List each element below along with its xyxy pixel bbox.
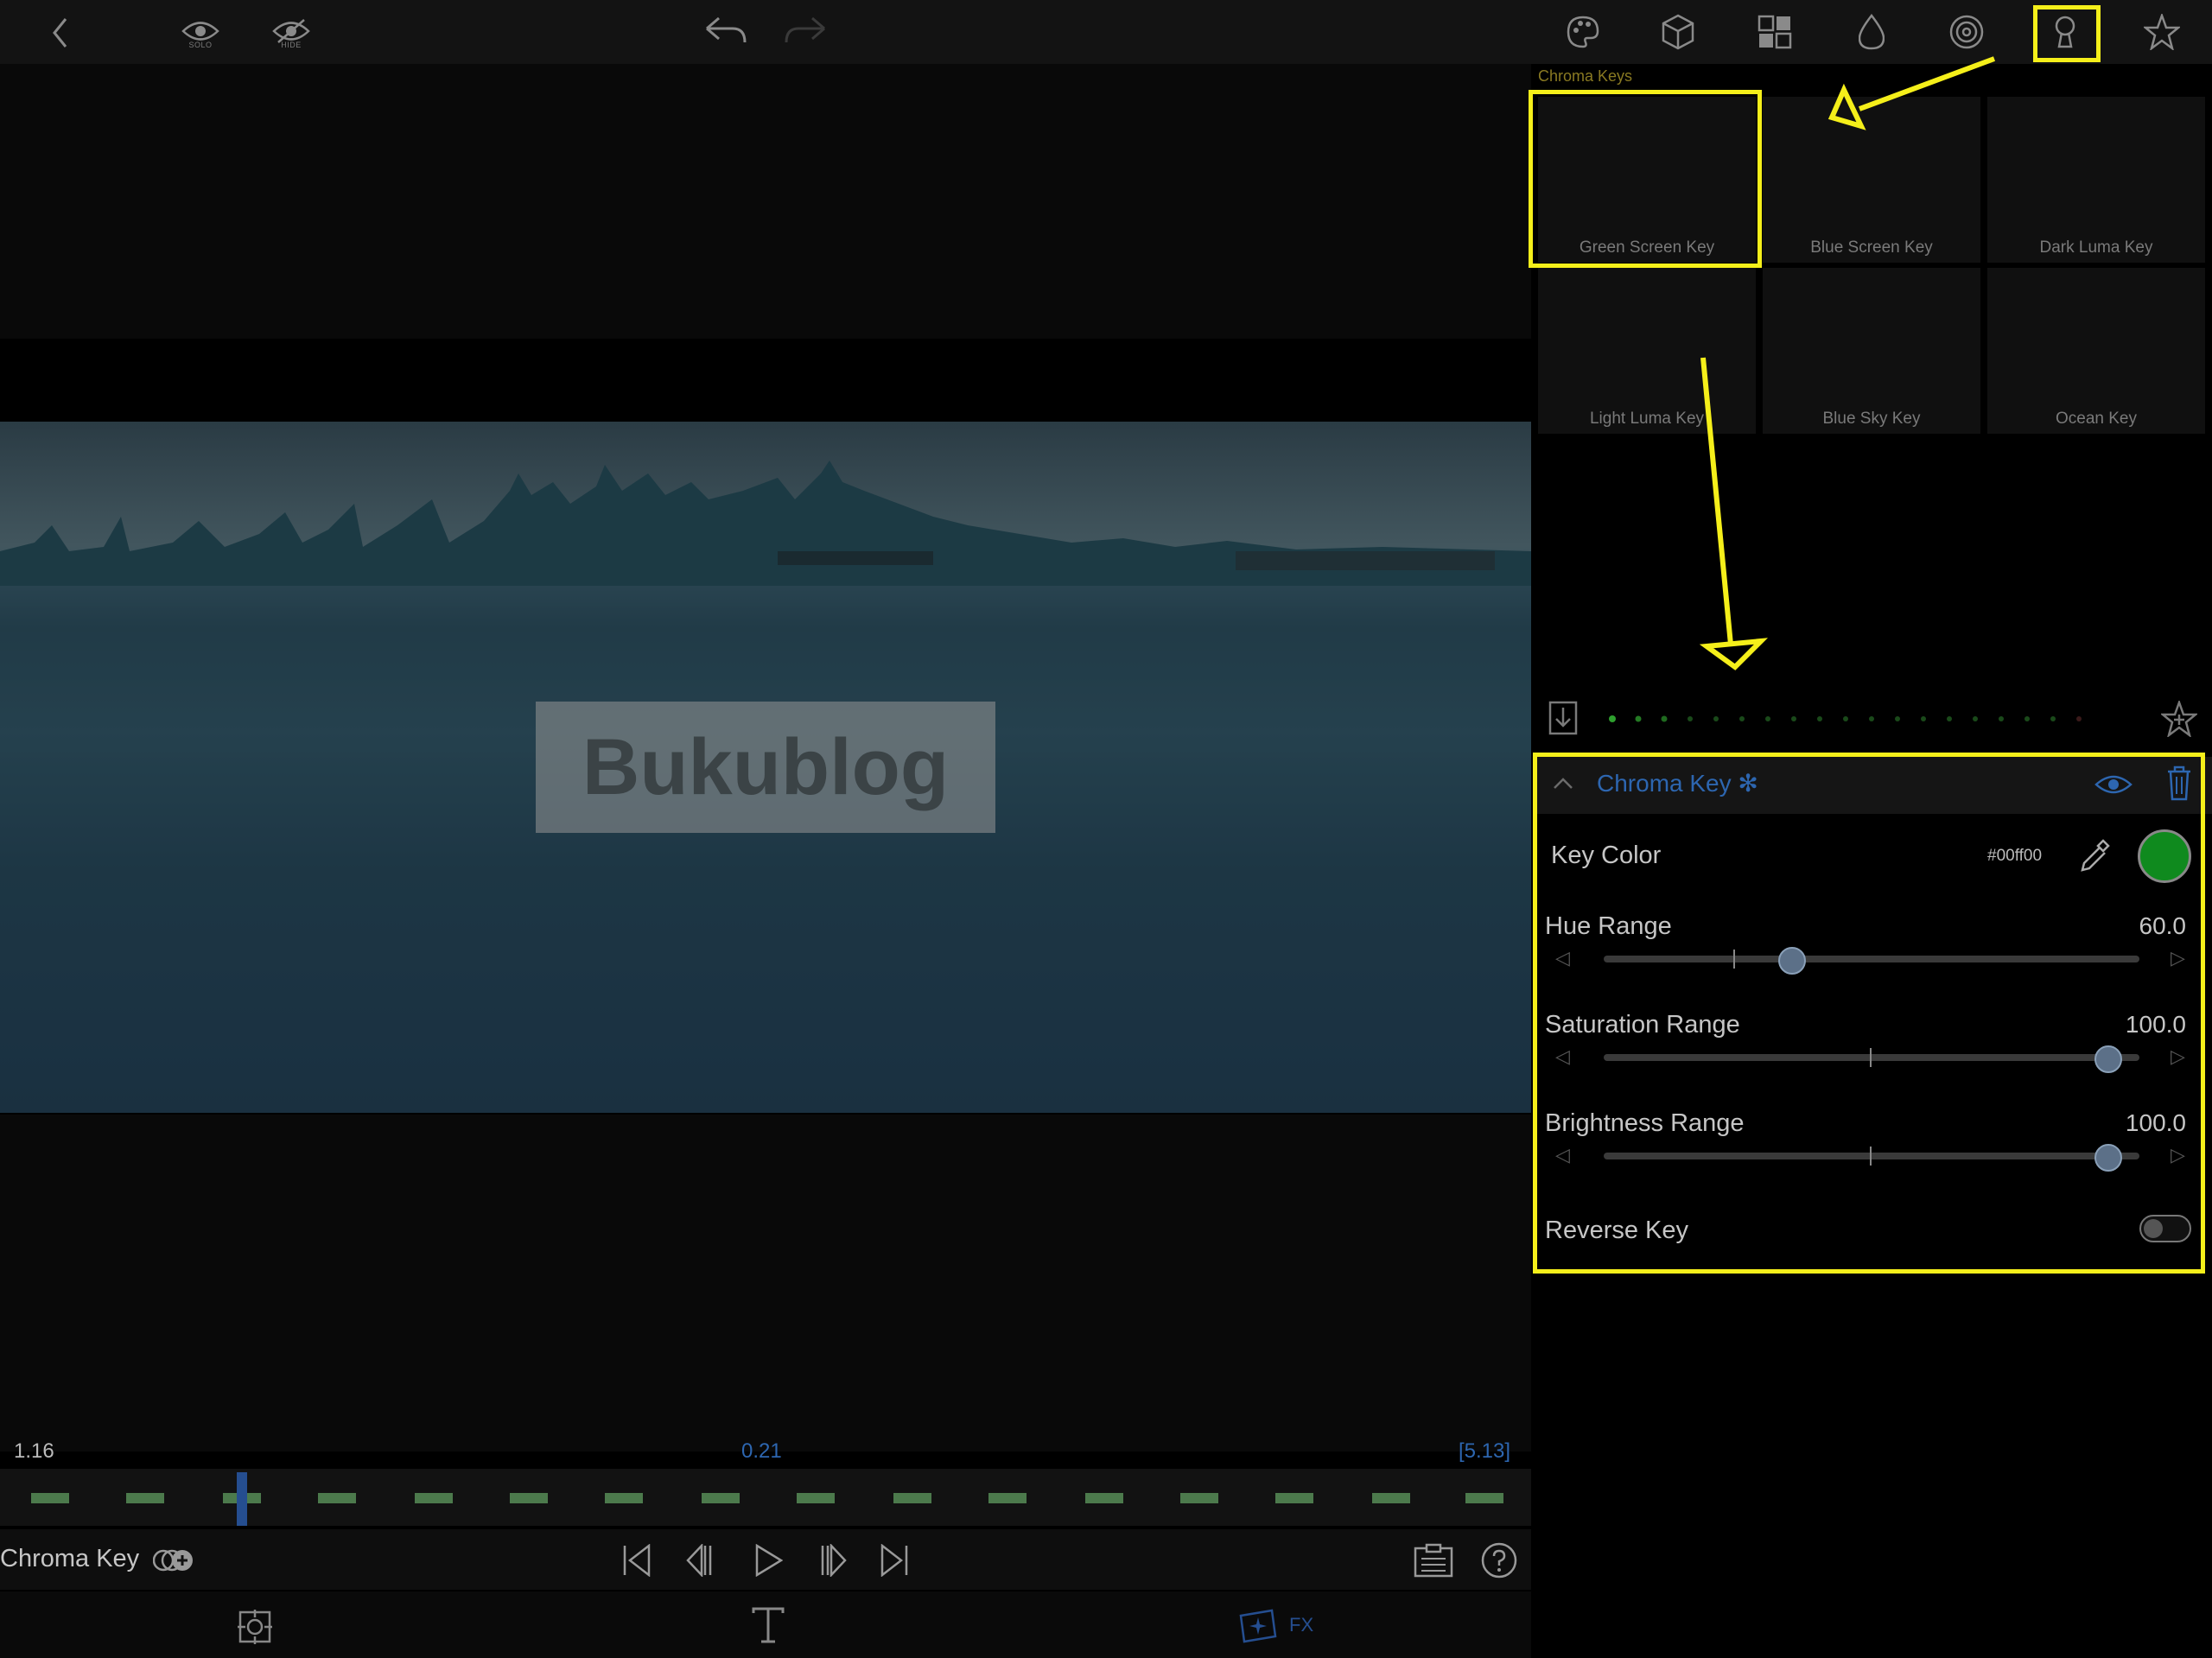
top-toolbar: SOLO HIDE xyxy=(0,0,2212,64)
preset-thumb[interactable]: Light Luma Key xyxy=(1538,268,1756,434)
preset-thumb[interactable]: Dark Luma Key xyxy=(1987,97,2205,263)
layer-add-icon[interactable] xyxy=(152,1545,197,1576)
play-icon[interactable] xyxy=(750,1542,786,1579)
clip-frame xyxy=(1275,1493,1313,1503)
preset-label: Dark Luma Key xyxy=(2039,238,2153,257)
viewer-background-bottom xyxy=(0,1115,1531,1452)
preset-thumb[interactable]: Blue Screen Key xyxy=(1763,97,1980,263)
fx-tab-label[interactable]: FX xyxy=(1289,1614,1313,1636)
fx-tab-icon[interactable] xyxy=(1236,1607,1279,1645)
hide-eye-icon[interactable]: HIDE xyxy=(268,10,315,52)
solo-label: SOLO xyxy=(188,41,213,49)
help-icon[interactable] xyxy=(1479,1541,1519,1579)
clip-frame xyxy=(988,1493,1027,1503)
clip-frame xyxy=(1085,1493,1123,1503)
star-icon[interactable] xyxy=(2141,10,2183,54)
clip-frame xyxy=(1180,1493,1218,1503)
time-center: 0.21 xyxy=(741,1439,782,1463)
green-screen-highlight-box xyxy=(1529,90,1762,268)
color-palette-icon[interactable] xyxy=(1562,10,1604,54)
viewer-background-top xyxy=(0,64,1531,339)
clip-frame xyxy=(510,1493,548,1503)
presets-section-title: Chroma Keys xyxy=(1538,67,1633,85)
timeline-track[interactable] xyxy=(0,1469,1531,1526)
spiral-icon[interactable] xyxy=(1946,10,1987,54)
text-tab-icon[interactable] xyxy=(748,1604,788,1647)
back-chevron-icon[interactable] xyxy=(43,14,78,52)
add-favorite-star-icon[interactable] xyxy=(2160,700,2198,738)
clip-frame xyxy=(415,1493,453,1503)
playhead[interactable] xyxy=(237,1472,247,1526)
preset-label: Ocean Key xyxy=(2056,410,2137,428)
clip-frame xyxy=(605,1493,643,1503)
clip-frame xyxy=(893,1493,931,1503)
cube-3d-icon[interactable] xyxy=(1657,10,1699,54)
clip-name: Chroma Key xyxy=(0,1545,140,1572)
clip-frame xyxy=(126,1493,164,1503)
clipboard-icon[interactable] xyxy=(1412,1541,1455,1579)
time-left: 1.16 xyxy=(14,1439,54,1463)
clip-frame xyxy=(1372,1493,1410,1503)
preset-label: Blue Screen Key xyxy=(1810,238,1933,257)
skip-to-start-icon[interactable] xyxy=(619,1542,655,1579)
drop-icon[interactable] xyxy=(1851,10,1892,54)
preset-label: Blue Sky Key xyxy=(1822,410,1921,428)
clip-frame xyxy=(318,1493,356,1503)
clip-frame xyxy=(31,1493,69,1503)
undo-icon[interactable] xyxy=(700,12,752,52)
step-back-icon[interactable] xyxy=(683,1542,719,1579)
clip-frame xyxy=(702,1493,740,1503)
clip-frame xyxy=(797,1493,835,1503)
grid-filter-icon[interactable] xyxy=(1754,10,1796,54)
preset-thumb[interactable]: Ocean Key xyxy=(1987,268,2205,434)
redo-icon[interactable] xyxy=(779,12,831,52)
page-indicator-dots[interactable] xyxy=(1605,714,2124,724)
time-right: [5.13] xyxy=(1459,1439,1511,1463)
hide-label: HIDE xyxy=(281,41,302,49)
transform-tab-icon[interactable] xyxy=(235,1607,275,1647)
key-panel-highlight-box xyxy=(1533,753,2205,1274)
step-forward-icon[interactable] xyxy=(814,1542,850,1579)
preset-thumb[interactable]: Blue Sky Key xyxy=(1763,268,1980,434)
skip-to-end-icon[interactable] xyxy=(876,1542,912,1579)
video-watermark-text: Bukublog xyxy=(536,702,995,833)
download-preset-icon[interactable] xyxy=(1547,700,1580,736)
solo-eye-icon[interactable]: SOLO xyxy=(177,10,224,52)
preset-label: Light Luma Key xyxy=(1589,410,1705,428)
clip-frame xyxy=(1465,1493,1503,1503)
keyhole-highlight-box xyxy=(2033,5,2101,62)
